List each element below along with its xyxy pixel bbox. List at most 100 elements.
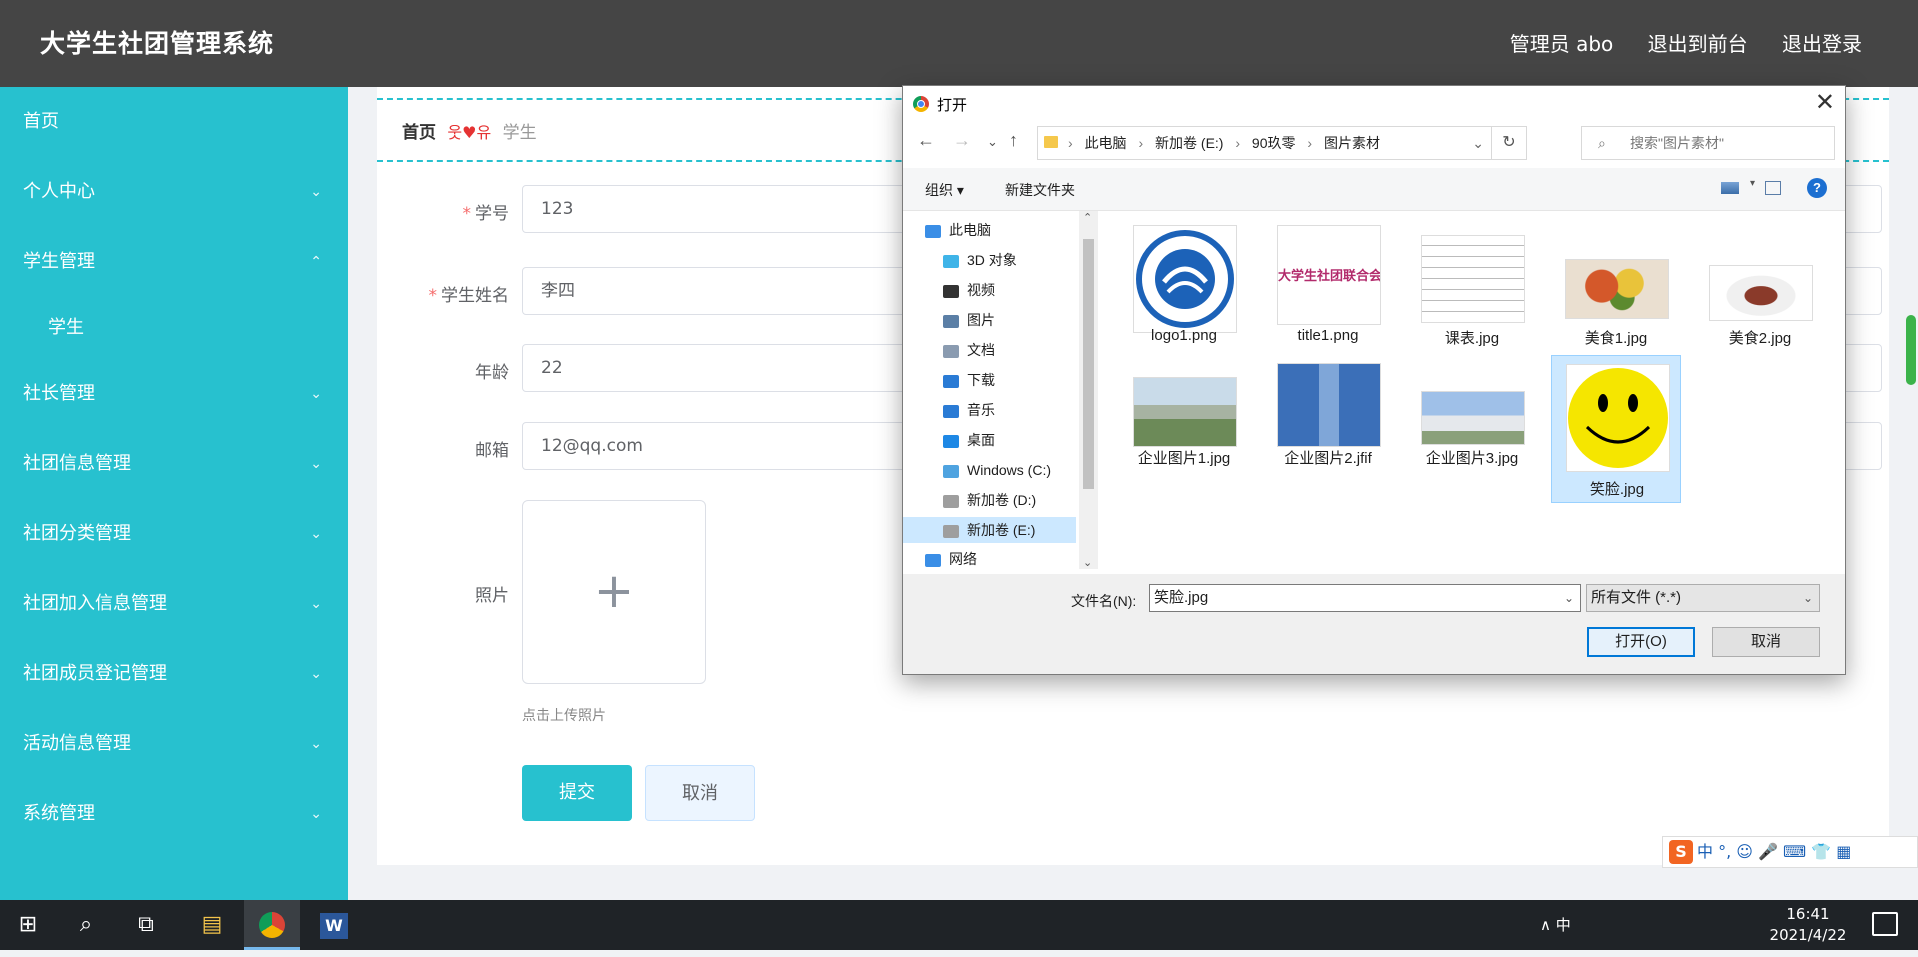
tree-item-drive-d[interactable]: 新加卷 (D:) — [903, 487, 1076, 513]
tree-item-drive-e[interactable]: 新加卷 (E:) — [903, 517, 1076, 543]
tree-item-documents[interactable]: 文档 — [903, 337, 1076, 363]
sidebar-item-label: 学生 — [48, 317, 84, 338]
file-item-selected[interactable]: 笑脸.jpg — [1551, 355, 1681, 503]
chevron-down-icon: ⌄ — [310, 386, 322, 402]
path-segment[interactable]: 新加卷 (E:) — [1155, 135, 1223, 151]
back-icon[interactable]: ← — [917, 130, 935, 151]
file-item[interactable]: 课表.jpg — [1407, 215, 1537, 357]
sidebar-item-student-management[interactable]: 学生管理 ⌃ — [0, 227, 348, 297]
search-icon[interactable]: ⌕ — [58, 900, 114, 950]
chevron-down-icon[interactable]: ⌄ — [1803, 585, 1813, 611]
ime-toolbar[interactable]: S中 °, ☺ 🎤 ⌨ 👕 ▦ — [1662, 836, 1918, 868]
close-icon[interactable]: ✕ — [1815, 88, 1835, 117]
sidebar-item-club-join[interactable]: 社团加入信息管理 ⌄ — [0, 569, 348, 639]
search-input[interactable]: ⌕ 搜索"图片素材" — [1581, 126, 1835, 160]
file-item[interactable]: 大学生社团联合会 title1.png — [1263, 215, 1393, 357]
required-mark: * — [428, 286, 438, 306]
tree-item-3d-objects[interactable]: 3D 对象 — [903, 247, 1076, 273]
tree-item-videos[interactable]: 视频 — [903, 277, 1076, 303]
clock[interactable]: 16:41 2021/4/22 — [1760, 904, 1856, 946]
help-icon[interactable]: ? — [1807, 178, 1827, 198]
tree-item-desktop[interactable]: 桌面 — [903, 427, 1076, 453]
tree-scrollbar[interactable]: ⌃ ⌄ — [1079, 211, 1098, 569]
forward-icon[interactable]: → — [953, 130, 971, 151]
tree-item-music[interactable]: 音乐 — [903, 397, 1076, 423]
sidebar-item-president-management[interactable]: 社长管理 ⌄ — [0, 359, 348, 429]
sidebar-subitem-student[interactable]: 学生 — [0, 297, 348, 359]
photo-upload[interactable]: + — [522, 500, 706, 684]
preview-pane-icon[interactable] — [1765, 181, 1781, 195]
start-icon[interactable]: ⊞ — [0, 900, 56, 950]
system-tray[interactable]: ∧ 中 — [1540, 900, 1585, 950]
scrollbar-thumb[interactable] — [1083, 239, 1094, 489]
tree-item-pictures[interactable]: 图片 — [903, 307, 1076, 333]
file-item[interactable]: 企业图片1.jpg — [1119, 363, 1249, 505]
sidebar-item-system[interactable]: 系统管理 ⌄ — [0, 779, 348, 849]
path-segment[interactable]: 此电脑 — [1085, 135, 1127, 151]
refresh-icon[interactable]: ↻ — [1491, 127, 1526, 159]
clock-date: 2021/4/22 — [1769, 926, 1847, 944]
tray-icons[interactable]: ∧ 中 — [1540, 916, 1571, 934]
side-scroll-tab[interactable] — [1906, 315, 1916, 385]
ime-status-icons[interactable]: 中 °, ☺ 🎤 ⌨ 👕 ▦ — [1697, 842, 1851, 861]
file-item[interactable]: 企业图片2.jfif — [1263, 363, 1393, 505]
organize-button[interactable]: 组织 ▾ — [925, 180, 964, 200]
breadcrumb-home[interactable]: 首页 — [402, 123, 436, 143]
drive-icon — [943, 494, 959, 508]
new-folder-button[interactable]: 新建文件夹 — [1005, 180, 1075, 200]
view-options-icon[interactable] — [1721, 182, 1739, 194]
path-segment[interactable]: 图片素材 — [1324, 135, 1380, 151]
scroll-down-icon[interactable]: ⌄ — [1083, 556, 1092, 569]
sidebar-item-club-category[interactable]: 社团分类管理 ⌄ — [0, 499, 348, 569]
sidebar-item-activity-info[interactable]: 活动信息管理 ⌄ — [0, 709, 348, 779]
folder-icon — [1044, 136, 1058, 148]
breadcrumb-text: 首页 웃♥유 学生 — [402, 118, 537, 143]
cube-icon — [943, 254, 959, 268]
open-button[interactable]: 打开(O) — [1587, 627, 1695, 657]
submit-button[interactable]: 提交 — [522, 765, 632, 821]
file-name: 课表.jpg — [1444, 330, 1500, 347]
file-item[interactable]: 美食2.jpg — [1695, 215, 1825, 357]
path-separator: › — [1307, 135, 1313, 151]
exit-to-frontend-link[interactable]: 退出到前台 — [1648, 32, 1748, 56]
top-header: 大学生社团管理系统 管理员 abo 退出到前台 退出登录 — [0, 0, 1918, 87]
file-name: 笑脸.jpg — [1589, 481, 1645, 498]
admin-user-link[interactable]: 管理员 abo — [1510, 32, 1614, 56]
path-segment[interactable]: 90玖零 — [1252, 135, 1296, 151]
chevron-down-icon[interactable]: ⌄ — [1564, 585, 1574, 611]
tree-item-this-pc[interactable]: 此电脑 — [903, 217, 1076, 243]
dialog-cancel-button[interactable]: 取消 — [1712, 627, 1820, 657]
notification-icon[interactable] — [1872, 912, 1898, 936]
recent-dropdown-icon[interactable]: ⌄ — [987, 134, 998, 150]
file-item[interactable]: 企业图片3.jpg — [1407, 363, 1537, 505]
task-view-icon[interactable]: ⧉ — [118, 900, 174, 950]
scroll-up-icon[interactable]: ⌃ — [1083, 211, 1092, 224]
sidebar-item-home[interactable]: 首页 — [0, 87, 348, 157]
filename-input[interactable]: 笑脸.jpg ⌄ — [1149, 584, 1581, 612]
address-dropdown-icon[interactable]: ⌄ — [1472, 127, 1484, 159]
address-bar[interactable]: › 此电脑 › 新加卷 (E:) › 90玖零 › 图片素材 ⌄ ↻ — [1037, 126, 1527, 160]
logout-link[interactable]: 退出登录 — [1782, 32, 1862, 56]
filename-label: 文件名(N): — [1071, 593, 1137, 609]
filetype-select[interactable]: 所有文件 (*.*) ⌄ — [1586, 584, 1820, 612]
file-item[interactable]: logo1.png — [1119, 215, 1249, 357]
tree-item-drive-c[interactable]: Windows (C:) — [903, 457, 1076, 483]
tree-item-label: Windows (C:) — [967, 462, 1052, 478]
sidebar-item-club-info[interactable]: 社团信息管理 ⌄ — [0, 429, 348, 499]
chrome-taskbar-icon[interactable] — [244, 900, 300, 950]
word-taskbar-icon[interactable]: W — [306, 900, 362, 950]
drive-icon — [943, 464, 959, 478]
file-thumbnail: 大学生社团联合会 — [1277, 225, 1381, 325]
tree-item-network[interactable]: 网络 — [903, 549, 1076, 569]
sidebar-item-member-register[interactable]: 社团成员登记管理 ⌄ — [0, 639, 348, 709]
file-explorer-icon[interactable]: ▤ — [184, 900, 240, 950]
view-dropdown-icon[interactable]: ▾ — [1750, 178, 1755, 189]
sidebar-item-personal-center[interactable]: 个人中心 ⌄ — [0, 157, 348, 227]
chevron-down-icon: ⌄ — [310, 736, 322, 752]
cancel-button[interactable]: 取消 — [645, 765, 755, 821]
sogou-ime-icon[interactable]: S — [1669, 840, 1693, 864]
up-icon[interactable]: ↑ — [1009, 130, 1018, 151]
file-thumbnail — [1421, 391, 1525, 445]
file-item[interactable]: 美食1.jpg — [1551, 215, 1681, 357]
tree-item-downloads[interactable]: 下载 — [903, 367, 1076, 393]
